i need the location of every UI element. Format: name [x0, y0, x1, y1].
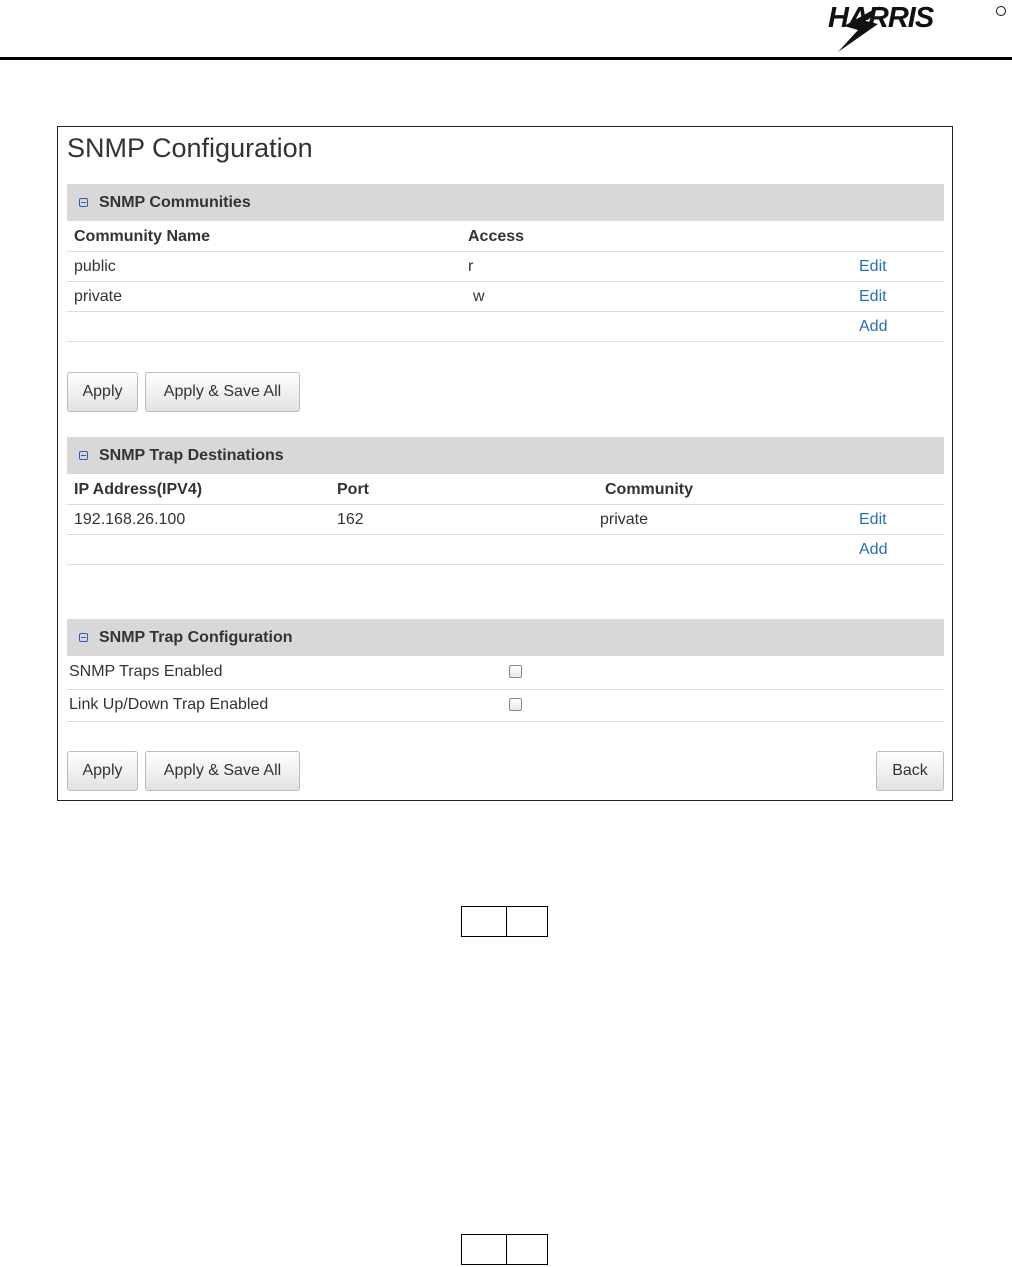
setting-label-link-updown-trap: Link Up/Down Trap Enabled	[69, 696, 269, 713]
collapse-icon[interactable]	[79, 198, 88, 207]
community-name: public	[74, 258, 116, 275]
add-community-link[interactable]: Add	[859, 318, 887, 336]
table-row: 192.168.26.100 162 private Edit	[67, 505, 944, 535]
collapse-icon[interactable]	[79, 633, 88, 642]
empty-box	[461, 1234, 548, 1265]
trap-port: 162	[337, 511, 364, 528]
table-row: private w Edit	[67, 282, 944, 312]
column-header-community-name: Community Name	[74, 228, 211, 245]
section-header-trap-configuration[interactable]: SNMP Trap Configuration	[67, 619, 944, 656]
page-title: SNMP Configuration	[67, 133, 313, 163]
back-button[interactable]: Back	[876, 751, 944, 791]
setting-row: Link Up/Down Trap Enabled	[67, 690, 944, 722]
edit-link[interactable]: Edit	[859, 511, 887, 529]
community-name: private	[74, 288, 123, 305]
column-header-community: Community	[605, 481, 693, 498]
box-divider	[506, 907, 507, 936]
column-header-ip-address: IP Address(IPV4)	[74, 481, 203, 498]
section-title: SNMP Trap Destinations	[99, 447, 284, 464]
communities-header-row: Community Name Access	[67, 222, 944, 252]
table-row: public r Edit	[67, 252, 944, 282]
add-row: Add	[67, 535, 944, 565]
snmp-traps-enabled-checkbox[interactable]	[509, 665, 522, 678]
logo-wordmark: HARRIS	[828, 2, 934, 34]
document-header: HARRIS	[0, 0, 1012, 62]
harris-logo: HARRIS	[818, 2, 1008, 54]
registered-mark-icon	[996, 6, 1006, 16]
setting-row: SNMP Traps Enabled	[67, 657, 944, 690]
setting-label-snmp-traps-enabled: SNMP Traps Enabled	[69, 663, 223, 680]
add-row: Add	[67, 312, 944, 342]
trap-community: private	[600, 511, 649, 528]
trap-ip-address: 192.168.26.100	[74, 511, 186, 528]
column-header-port: Port	[337, 481, 369, 498]
empty-box	[461, 906, 548, 937]
apply-button[interactable]: Apply	[67, 751, 138, 791]
section-title: SNMP Communities	[99, 194, 251, 211]
apply-save-all-button[interactable]: Apply & Save All	[145, 372, 300, 412]
section-header-communities[interactable]: SNMP Communities	[67, 184, 944, 221]
column-header-access: Access	[468, 228, 525, 245]
apply-save-all-button[interactable]: Apply & Save All	[145, 751, 300, 791]
snmp-configuration-panel: SNMP Configuration SNMP Communities Comm…	[57, 126, 953, 801]
collapse-icon[interactable]	[79, 451, 88, 460]
apply-button[interactable]: Apply	[67, 372, 138, 412]
section-title: SNMP Trap Configuration	[99, 629, 293, 646]
box-divider	[506, 1235, 507, 1264]
edit-link[interactable]: Edit	[859, 288, 887, 306]
section-header-trap-destinations[interactable]: SNMP Trap Destinations	[67, 437, 944, 474]
trap-destinations-header-row: IP Address(IPV4) Port Community	[67, 475, 944, 505]
header-rule	[0, 57, 1012, 60]
community-access: w	[473, 288, 485, 305]
community-access: r	[468, 258, 474, 275]
link-updown-trap-checkbox[interactable]	[509, 698, 522, 711]
edit-link[interactable]: Edit	[859, 258, 887, 276]
add-trap-destination-link[interactable]: Add	[859, 541, 887, 559]
